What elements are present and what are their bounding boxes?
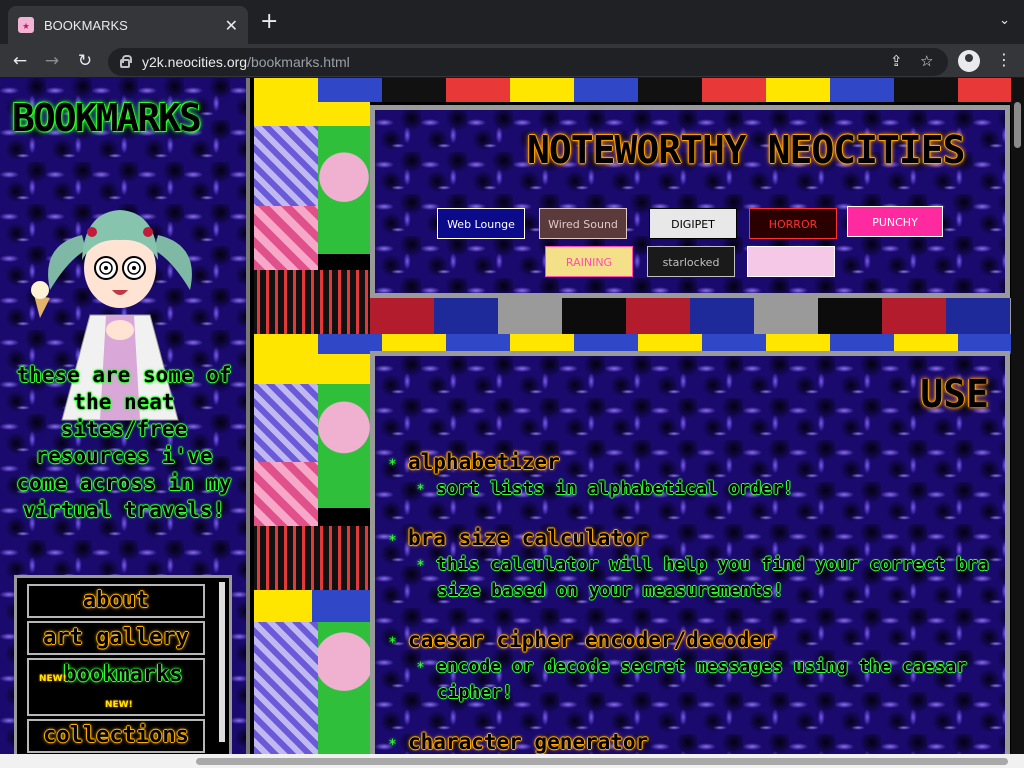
tool-list: * alphabetizer * sort lists in alphabetica… (389, 448, 989, 754)
collage-tile (318, 622, 370, 754)
list-item: * alphabetizer * sort lists in alphabetica… (389, 448, 989, 502)
reload-icon[interactable]: ↻ (73, 49, 97, 73)
page-viewport: BOOKMARKS these are some of the neat sit… (0, 78, 1024, 754)
useful-tools-panel: USE * alphabetizer * sort lists in alphabe… (370, 351, 1010, 754)
site-logo: BOOKMARKS (12, 96, 202, 140)
section-title: USE (920, 372, 989, 416)
horizontal-scroll-thumb[interactable] (196, 758, 1008, 765)
noteworthy-panel: NOTEWORTHY NEOCITIES Web Lounge Wired So… (370, 105, 1010, 298)
bullet-icon: * (417, 660, 424, 676)
tool-description: * sort lists in alphabetical order! (417, 478, 794, 499)
bookmark-star-icon[interactable]: ☆ (920, 52, 933, 70)
list-item: * character generator (389, 728, 989, 754)
url-text: y2k.neocities.org/bookmarks.html (142, 54, 350, 70)
tool-link-caesar-cipher[interactable]: * caesar cipher encoder/decoder (389, 626, 989, 654)
site-button-starlocked[interactable]: starlocked (647, 246, 735, 277)
tool-description: * this calculator will help you find your… (417, 554, 989, 601)
new-badge-lower: NEW! (105, 700, 133, 710)
collage-yellow-band (254, 102, 370, 126)
close-tab-icon[interactable]: ✕ (225, 16, 238, 35)
site-button-digipet[interactable]: DIGIPET (649, 208, 737, 239)
collage-tile (318, 126, 370, 254)
bullet-icon: * (389, 533, 396, 549)
tool-description: * encode or decode secret messages using … (417, 656, 968, 703)
site-button-horror[interactable]: HORROR (749, 208, 837, 239)
list-item: * bra size calculator * this calculator wi… (389, 524, 989, 604)
site-button-wired-sound[interactable]: Wired Sound (539, 208, 627, 239)
star-favicon-icon: ★ (18, 17, 34, 33)
site-button-raining[interactable]: RAINING (545, 246, 633, 277)
collage-tile (254, 590, 370, 622)
collage-strip-top (254, 78, 1024, 102)
noteworthy-title: NOTEWORTHY NEOCITIES (527, 128, 966, 172)
back-icon[interactable]: ← (8, 49, 32, 73)
tool-link-character-generator[interactable]: * character generator (389, 728, 989, 754)
site-button-punchy[interactable]: PUNCHY (847, 206, 943, 237)
tool-link-alphabetizer[interactable]: * alphabetizer (389, 448, 989, 476)
nav-about[interactable]: about (27, 584, 205, 618)
forward-icon[interactable]: → (40, 49, 64, 73)
tab-bar: ★ BOOKMARKS ✕ + ⌄ (0, 0, 1024, 44)
site-button-pink-character[interactable] (747, 246, 835, 277)
tab-title: BOOKMARKS (44, 17, 128, 33)
site-button-web-lounge[interactable]: Web Lounge (437, 208, 525, 239)
nav-menu: about art gallery NEW! bookmarks NEW! co… (14, 575, 232, 754)
nav-collections[interactable]: collections (27, 719, 205, 753)
page-horizontal-scrollbar[interactable] (0, 754, 1024, 768)
collage-tile (318, 384, 370, 508)
browser-toolbar: ← → ↻ y2k.neocities.org/bookmarks.html ⇪… (0, 44, 1024, 78)
nav-bookmarks-label: bookmarks (63, 662, 183, 687)
collage-tile (254, 622, 318, 754)
list-item: * caesar cipher encoder/decoder * encode o… (389, 626, 989, 706)
tab-search-chevron-icon[interactable]: ⌄ (999, 13, 1010, 28)
collage-tile (254, 270, 370, 334)
sidebar: BOOKMARKS these are some of the neat sit… (0, 78, 250, 754)
bullet-icon: * (417, 558, 424, 574)
collage-tile (254, 206, 318, 270)
nav-scrollbar[interactable] (219, 582, 225, 742)
bullet-icon: * (389, 457, 396, 473)
collage-tile (254, 526, 370, 590)
sidebar-blurb: these are some of the neat sites/free re… (16, 363, 232, 522)
bullet-icon: * (389, 737, 396, 753)
bullet-icon: * (389, 635, 396, 651)
collage-yellow-band (254, 354, 370, 384)
nav-art-gallery[interactable]: art gallery (27, 621, 205, 655)
page-vertical-scrollbar[interactable] (1011, 78, 1024, 754)
tool-link-bra-size-calculator[interactable]: * bra size calculator (389, 524, 989, 552)
profile-avatar-icon[interactable] (958, 50, 980, 72)
share-icon[interactable]: ⇪ (890, 52, 903, 70)
menu-kebab-icon[interactable]: ⋮ (996, 50, 1012, 69)
collage-tile (254, 462, 318, 526)
collage-strip-middle (370, 298, 1024, 334)
address-bar[interactable]: y2k.neocities.org/bookmarks.html ⇪ ☆ (108, 48, 948, 76)
vertical-scroll-thumb[interactable] (1014, 102, 1021, 148)
new-tab-icon[interactable]: + (260, 11, 278, 33)
browser-tab[interactable]: ★ BOOKMARKS ✕ (8, 6, 248, 44)
bullet-icon: * (417, 482, 424, 498)
lock-icon[interactable] (120, 55, 132, 68)
nav-bookmarks[interactable]: NEW! bookmarks NEW! (27, 658, 205, 716)
new-badge: NEW! (39, 674, 67, 684)
